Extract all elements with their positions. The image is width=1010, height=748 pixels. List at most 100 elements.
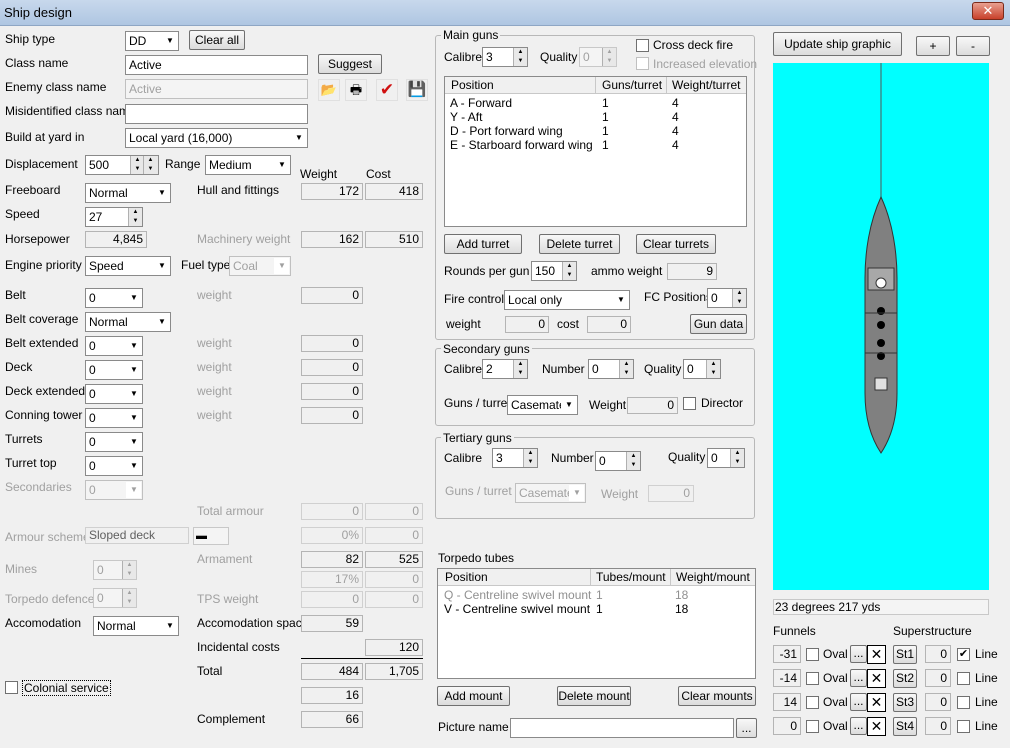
col-tubes-mount: Tubes/mount xyxy=(590,569,666,585)
clear-mounts-button[interactable]: Clear mounts xyxy=(678,686,756,706)
tertiary-number-spinner[interactable]: 0 ▲ ▼ xyxy=(595,451,641,471)
main-quality-spinner[interactable]: 0 ▲ ▼ xyxy=(579,47,617,67)
secondary-calibre-spinner[interactable]: 2 ▲ ▼ xyxy=(482,359,528,379)
misidentified-input[interactable] xyxy=(125,104,308,124)
funnel-options-button[interactable]: ... xyxy=(850,669,867,687)
fuel-type-select[interactable]: Coal ▼ xyxy=(229,256,291,276)
secondaries-select[interactable]: 0 ▼ xyxy=(85,480,143,500)
belt-select[interactable]: 0 ▼ xyxy=(85,288,143,308)
cost-header: Cost xyxy=(366,167,391,181)
funnel-options-button[interactable]: ... xyxy=(850,645,867,663)
clear-all-button[interactable]: Clear all xyxy=(189,30,245,50)
close-button[interactable]: ✕ xyxy=(972,2,1004,20)
funnel-oval-checkbox[interactable] xyxy=(806,720,819,733)
update-graphic-button[interactable]: Update ship graphic xyxy=(773,32,902,56)
print-icon[interactable]: 🖶 xyxy=(345,79,367,101)
superstructure-button[interactable]: St3 xyxy=(893,693,917,712)
tertiary-calibre-label: Calibre xyxy=(444,451,483,465)
superstructure-line-checkbox[interactable] xyxy=(957,696,970,709)
freeboard-select[interactable]: Normal ▼ xyxy=(85,183,171,203)
class-name-input[interactable]: Active xyxy=(125,55,308,75)
picture-name-input[interactable] xyxy=(510,718,734,738)
tertiary-calibre-spinner[interactable]: 3 ▲ ▼ xyxy=(492,448,538,468)
secondary-gpt-select[interactable]: Casemates ▼ xyxy=(507,395,578,415)
rounds-spinner[interactable]: 150 ▲ ▼ xyxy=(531,261,577,281)
superstructure-line-checkbox[interactable] xyxy=(957,672,970,685)
fc-positions-spinner[interactable]: 0 ▲ ▼ xyxy=(707,288,747,308)
increased-elevation-checkbox[interactable] xyxy=(636,57,649,70)
belt-extended-select[interactable]: 0 ▼ xyxy=(85,336,143,356)
ship-graphic-canvas[interactable] xyxy=(773,63,989,590)
turrets-select[interactable]: 0 ▼ xyxy=(85,432,143,452)
displacement-spinner[interactable]: 500 ▲ ▼ xyxy=(85,155,145,175)
torpedo-list[interactable]: Position Tubes/mount Weight/mount Q - Ce… xyxy=(437,568,756,679)
tertiary-quality-spinner[interactable]: 0 ▲ ▼ xyxy=(707,448,745,468)
add-turret-button[interactable]: Add turret xyxy=(444,234,522,254)
funnel-delete-icon[interactable]: ✕ xyxy=(867,645,886,664)
displacement-step-spinner[interactable]: ▲ ▼ xyxy=(143,155,159,175)
torpedo-row[interactable]: V - Centreline swivel mount 1 18 xyxy=(438,602,755,616)
funnel-delete-icon[interactable]: ✕ xyxy=(867,669,886,688)
fc-positions-label: FC Positions xyxy=(644,290,713,304)
superstructure-line-label: Line xyxy=(975,647,998,661)
superstructure-line-checkbox[interactable] xyxy=(957,720,970,733)
turret-row[interactable]: D - Port forward wing 1 4 xyxy=(445,124,746,138)
turret-top-select[interactable]: 0 ▼ xyxy=(85,456,143,476)
speed-spinner[interactable]: 27 ▲ ▼ xyxy=(85,207,143,227)
superstructure-button[interactable]: St4 xyxy=(893,717,917,736)
conning-tower-select[interactable]: 0 ▼ xyxy=(85,408,143,428)
director-checkbox[interactable] xyxy=(683,397,696,410)
funnel-oval-checkbox[interactable] xyxy=(806,696,819,709)
secondary-number-spinner[interactable]: 0 ▲ ▼ xyxy=(588,359,634,379)
build-yard-select[interactable]: Local yard (16,000) ▼ xyxy=(125,128,308,148)
turret-row[interactable]: E - Starboard forward wing 1 4 xyxy=(445,138,746,152)
cross-deck-checkbox[interactable] xyxy=(636,39,649,52)
funnel-options-button[interactable]: ... xyxy=(850,717,867,735)
suggest-button[interactable]: Suggest xyxy=(318,54,382,74)
funnel-oval-checkbox[interactable] xyxy=(806,648,819,661)
gun-data-button[interactable]: Gun data xyxy=(690,314,747,334)
tertiary-gpt-select[interactable]: Casemates ▼ xyxy=(515,483,586,503)
deck-select[interactable]: 0 ▼ xyxy=(85,360,143,380)
total-armour-cost: 0 xyxy=(365,503,423,520)
main-calibre-spinner[interactable]: 3 ▲ ▼ xyxy=(482,47,528,67)
zoom-in-button[interactable]: + xyxy=(916,36,950,56)
check-icon[interactable]: ✔ xyxy=(376,79,398,101)
clear-turrets-button[interactable]: Clear turrets xyxy=(636,234,716,254)
armour-scheme-icon[interactable]: ▬ xyxy=(193,527,229,545)
chevron-down-icon: ▼ xyxy=(162,618,177,634)
colonial-label[interactable]: Colonial service xyxy=(22,680,111,696)
main-guns-list[interactable]: Position Guns/turret Weight/turret A - F… xyxy=(444,76,747,227)
torpedo-defence-spinner[interactable]: 0 ▲ ▼ xyxy=(93,588,137,608)
picture-browse-button[interactable]: ... xyxy=(736,718,757,738)
save-icon[interactable]: 💾 xyxy=(406,79,428,101)
superstructure-line-checkbox[interactable]: ✔ xyxy=(957,648,970,661)
funnel-oval-checkbox[interactable] xyxy=(806,672,819,685)
funnel-options-button[interactable]: ... xyxy=(850,693,867,711)
colonial-checkbox[interactable] xyxy=(5,681,18,694)
funnel-delete-icon[interactable]: ✕ xyxy=(867,717,886,736)
secondary-quality-spinner[interactable]: 0 ▲ ▼ xyxy=(683,359,721,379)
engine-priority-select[interactable]: Speed ▼ xyxy=(85,256,171,276)
zoom-out-button[interactable]: - xyxy=(956,36,990,56)
torpedo-row[interactable]: Q - Centreline swivel mount 1 18 xyxy=(438,588,755,602)
belt-coverage-select[interactable]: Normal ▼ xyxy=(85,312,171,332)
deck-extended-select[interactable]: 0 ▼ xyxy=(85,384,143,404)
superstructure-button[interactable]: St1 xyxy=(893,645,917,664)
turrets-label: Turrets xyxy=(5,432,43,446)
delete-turret-button[interactable]: Delete turret xyxy=(539,234,620,254)
deck-extended-weight: 0 xyxy=(301,383,363,400)
delete-mount-button[interactable]: Delete mount xyxy=(557,686,631,706)
mines-spinner[interactable]: 0 ▲ ▼ xyxy=(93,560,137,580)
turret-row[interactable]: Y - Aft 1 4 xyxy=(445,110,746,124)
add-mount-button[interactable]: Add mount xyxy=(437,686,510,706)
superstructure-button[interactable]: St2 xyxy=(893,669,917,688)
funnel-delete-icon[interactable]: ✕ xyxy=(867,693,886,712)
range-select[interactable]: Medium ▼ xyxy=(205,155,291,175)
open-folder-icon[interactable]: 📂 xyxy=(318,79,340,101)
turret-row[interactable]: A - Forward 1 4 xyxy=(445,96,746,110)
enemy-class-input[interactable]: Active xyxy=(125,79,308,99)
ship-type-select[interactable]: DD ▼ xyxy=(125,31,179,51)
accomodation-select[interactable]: Normal ▼ xyxy=(93,616,179,636)
fire-control-select[interactable]: Local only ▼ xyxy=(504,290,630,310)
